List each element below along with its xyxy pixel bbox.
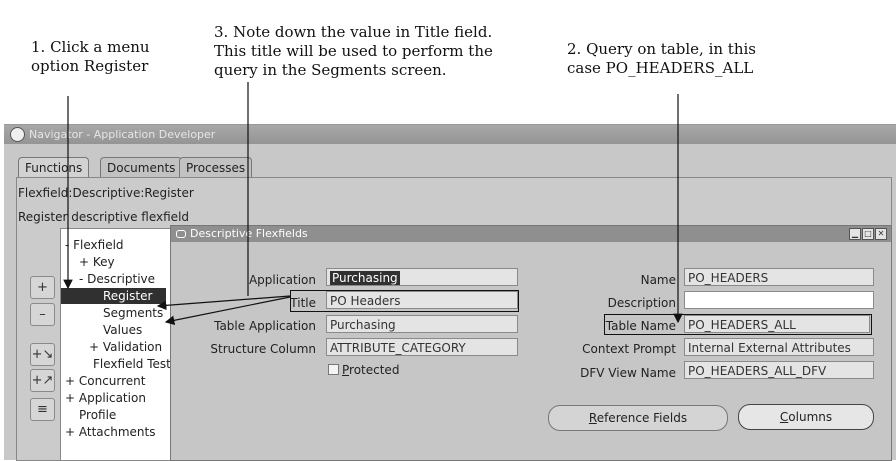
close-icon[interactable]: ✕ [875,228,887,240]
name-field[interactable]: PO_HEADERS [684,268,874,286]
maximize-icon[interactable]: □ [862,228,874,240]
dfv-view-name-field[interactable]: PO_HEADERS_ALL_DFV [684,361,874,379]
description-label: Description [607,296,676,310]
protected-checkbox[interactable]: Protected [328,363,399,377]
tree-node-attachments[interactable]: + Attachments [65,424,155,440]
table-name-highlight-box [604,314,872,335]
description-field[interactable] [684,291,874,309]
context-prompt-label: Context Prompt [582,342,676,356]
navigator-title: Navigator - Application Developer [29,128,216,141]
structure-column-field[interactable]: ATTRIBUTE_CATEGORY [326,338,518,356]
tab-processes[interactable]: Processes [179,157,253,179]
application-label: Application [248,273,316,287]
name-label: Name [640,273,676,287]
oracle-app-icon [10,127,25,142]
columns-button[interactable]: Columns [738,404,874,430]
expand-button[interactable]: + [30,276,55,299]
collapse-all-button[interactable]: ≡ [30,398,55,421]
tree-node-values[interactable]: Values [103,322,142,338]
function-breadcrumb: Flexfield:Descriptive:Register [18,186,194,200]
reference-fields-mnemonic: R [588,411,597,425]
dfv-view-name-label: DFV View Name [580,366,676,380]
tree-node-concurrent[interactable]: + Concurrent [65,373,145,389]
reference-fields-button[interactable]: Reference Fields [548,405,728,431]
application-value: Purchasing [330,271,400,285]
dff-title: Descriptive Flexfields [190,227,308,240]
dff-title-bar: Descriptive Flexfields ▁ □ ✕ [171,226,891,242]
tree-node-validation[interactable]: + Validation [89,339,162,355]
table-application-label: Table Application [214,319,316,333]
window-controls: ▁ □ ✕ [848,228,887,244]
reference-fields-label: eference Fields [596,411,688,425]
tree-node-application[interactable]: + Application [65,390,146,406]
tree-node-register-label: Register [103,289,153,303]
protected-label: rotected [349,363,400,377]
window-icon [176,230,186,238]
tree-node-key[interactable]: + Key [79,254,115,270]
tree-node-register[interactable]: Register [61,288,166,304]
collapse-button[interactable]: – [30,303,55,326]
function-description: Register descriptive flexfield [18,210,190,224]
context-prompt-field[interactable]: Internal External Attributes [684,338,874,356]
tree-node-profile[interactable]: Profile [79,407,116,423]
protected-checkbox-box [328,364,339,375]
protected-mnemonic: P [342,363,350,377]
application-field[interactable]: Purchasing [326,268,518,286]
title-highlight-box [290,290,519,312]
annotation-step-2: 2. Query on table, in this case PO_HEADE… [567,40,756,77]
columns-label: olumns [788,410,833,424]
tree-node-descriptive[interactable]: - Descriptive [79,271,155,287]
table-application-field[interactable]: Purchasing [326,315,518,333]
tree-node-flexfield-test[interactable]: Flexfield Test [93,356,171,372]
expand-branch-button[interactable]: +↘ [30,343,55,366]
structure-column-label: Structure Column [210,342,316,356]
annotation-step-1: 1. Click a menu option Register [31,38,150,75]
tree-node-flexfield[interactable]: - Flexfield [65,237,124,253]
minimize-icon[interactable]: ▁ [849,228,861,240]
navigator-title-bar: Navigator - Application Developer [4,125,896,144]
tab-documents[interactable]: Documents [100,157,183,179]
tree-node-segments[interactable]: Segments [103,305,163,321]
expand-all-button[interactable]: +↗ [30,369,55,392]
annotation-step-3: 3. Note down the value in Title field. T… [214,23,493,79]
